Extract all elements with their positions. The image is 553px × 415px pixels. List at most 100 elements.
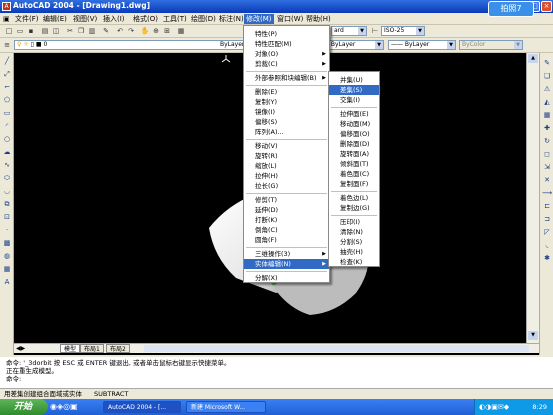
submenu-item-move-faces[interactable]: 移动面(M) (329, 119, 379, 129)
array-icon[interactable]: ▦ (542, 110, 552, 120)
menu-item-copy[interactable]: 复制(Y) (244, 97, 329, 107)
menu-dimension[interactable]: 标注(N) (217, 14, 246, 24)
erase-icon[interactable]: ✎ (542, 58, 552, 68)
mtext-icon[interactable]: A (2, 277, 12, 287)
menu-item-scale[interactable]: 缩放(L) (244, 161, 329, 171)
menu-item-break[interactable]: 打断(K) (244, 215, 329, 225)
submenu-item-intersect[interactable]: 交集(I) (329, 95, 379, 105)
task-word[interactable]: 新建 Microsoft W... (186, 401, 266, 413)
undo-icon[interactable]: ↶ (115, 26, 125, 36)
autocad-app-icon[interactable]: A (2, 2, 11, 11)
quicklaunch-icons[interactable]: ◉◈◎▣ (50, 402, 78, 412)
spline-icon[interactable]: ∿ (2, 160, 12, 170)
menu-item-3d-operation[interactable]: 三维操作(3) ▶ (244, 249, 329, 259)
scroll-down-icon[interactable]: ▼ (528, 331, 538, 340)
menu-view[interactable]: 视图(V) (71, 14, 99, 24)
insert-block-icon[interactable]: ⧉ (2, 199, 12, 209)
zoom-icon[interactable]: ⊕ (151, 26, 161, 36)
menu-item-rotate[interactable]: 旋转(R) (244, 151, 329, 161)
xline-icon[interactable]: ⤢ (2, 69, 12, 79)
lineweight-combo[interactable]: —— ByLayer ▼ (388, 40, 456, 50)
preview-icon[interactable]: ◫ (51, 26, 61, 36)
copy-icon[interactable]: ❐ (76, 26, 86, 36)
menu-item-match-properties[interactable]: 特性匹配(M) (244, 39, 329, 49)
menu-item-mirror[interactable]: 镜像(I) (244, 107, 329, 117)
menu-item-solid-edit[interactable]: 实体编辑(N) ▶ (244, 259, 329, 269)
open-icon[interactable]: ▭ (15, 26, 25, 36)
tab-nav-icon[interactable]: ◀▶ (16, 344, 25, 353)
chamfer-icon[interactable]: ◸ (542, 227, 552, 237)
menu-insert[interactable]: 插入(I) (101, 14, 127, 24)
stretch-icon[interactable]: ⇲ (542, 162, 552, 172)
color-combo[interactable]: ByLayer (218, 40, 246, 50)
clock[interactable]: 8:29 (532, 403, 547, 411)
scroll-up-icon[interactable]: ▲ (528, 54, 538, 63)
plotstyle-combo[interactable]: ByColor ▼ (459, 40, 523, 50)
paste-icon[interactable]: ▥ (87, 26, 97, 36)
menu-item-erase[interactable]: 删除(E) (244, 87, 329, 97)
break-icon[interactable]: ⊏ (542, 201, 552, 211)
redo-icon[interactable]: ↷ (126, 26, 136, 36)
menu-item-fillet[interactable]: 圆角(F) (244, 235, 329, 245)
layer-combo[interactable]: ♀ ☼ ▯ ■ 0 ▼ (14, 40, 229, 50)
start-button[interactable]: 开始 (0, 399, 48, 415)
menu-tools[interactable]: 工具(T) (161, 14, 189, 24)
menu-item-properties[interactable]: 特性(P) (244, 29, 329, 39)
dimstyle-icon[interactable]: ⊢ (370, 26, 380, 36)
print-icon[interactable]: ▤ (40, 26, 50, 36)
submenu-item-subtract[interactable]: 差集(S) (329, 85, 379, 95)
scale-icon[interactable]: ◻ (542, 149, 552, 159)
region-icon[interactable]: ◍ (2, 251, 12, 261)
ellipse-icon[interactable]: ⬭ (2, 173, 12, 183)
revcloud-icon[interactable]: ☁ (2, 147, 12, 157)
menu-item-lengthen[interactable]: 拉长(G) (244, 181, 329, 191)
polygon-icon[interactable]: ⬠ (2, 95, 12, 105)
extend-icon[interactable]: ⟶ (542, 188, 552, 198)
menu-item-object[interactable]: 对象(O) ▶ (244, 49, 329, 59)
submenu-item-offset-faces[interactable]: 偏移面(O) (329, 129, 379, 139)
doc-icon[interactable]: ▣ (3, 14, 11, 24)
tab-layout2[interactable]: 布局2 (106, 344, 130, 353)
table-icon[interactable]: ▦ (2, 264, 12, 274)
tab-model[interactable]: 模型 (60, 344, 81, 353)
menu-window[interactable]: 窗口(W) (275, 14, 305, 24)
submenu-item-color-faces[interactable]: 着色面(C) (329, 169, 379, 179)
polyline-icon[interactable]: ⌐ (2, 82, 12, 92)
menu-item-move[interactable]: 移动(V) (244, 141, 329, 151)
hatch-icon[interactable]: ▩ (2, 238, 12, 248)
overlay-badge[interactable]: 拍照7 (488, 1, 534, 17)
submenu-item-color-edges[interactable]: 着色边(L) (329, 193, 379, 203)
cut-icon[interactable]: ✂ (65, 26, 75, 36)
menu-item-explode[interactable]: 分解(X) (244, 273, 329, 283)
menu-item-trim[interactable]: 修剪(T) (244, 195, 329, 205)
make-block-icon[interactable]: ⊡ (2, 212, 12, 222)
layers-icon[interactable]: ≡ (2, 40, 12, 50)
submenu-item-copy-edges[interactable]: 复制边(G) (329, 203, 379, 213)
menu-item-array[interactable]: 阵列(A)... (244, 127, 329, 137)
menu-format[interactable]: 格式(O) (131, 14, 160, 24)
point-icon[interactable]: · (2, 225, 12, 235)
mirror-icon[interactable]: ⚠ (542, 84, 552, 94)
ellipse-arc-icon[interactable]: ◡ (2, 186, 12, 196)
dim-style-combo[interactable]: ISO-25 ▼ (381, 26, 425, 36)
submenu-item-union[interactable]: 并集(U) (329, 75, 379, 85)
circle-icon[interactable]: ○ (2, 134, 12, 144)
fillet-icon[interactable]: ◟ (542, 240, 552, 250)
submenu-item-separate[interactable]: 分割(S) (329, 237, 379, 247)
command-prompt[interactable]: 命令: (6, 375, 553, 383)
menu-item-xref-block-edit[interactable]: 外部参照和块编辑(B) ▶ (244, 73, 329, 83)
horizontal-scrollbar[interactable] (144, 345, 529, 352)
copy-obj-icon[interactable]: ❏ (542, 71, 552, 81)
menu-item-clip[interactable]: 剪裁(C) ▶ (244, 59, 329, 69)
submenu-item-extrude-faces[interactable]: 拉伸面(E) (329, 109, 379, 119)
menu-item-chamfer[interactable]: 倒角(C) (244, 225, 329, 235)
explode-icon[interactable]: ✱ (542, 253, 552, 263)
submenu-item-delete-faces[interactable]: 删除面(D) (329, 139, 379, 149)
tab-layout1[interactable]: 布局1 (80, 344, 104, 353)
submenu-item-shell[interactable]: 抽壳(H) (329, 247, 379, 257)
submenu-item-copy-faces[interactable]: 复制面(F) (329, 179, 379, 189)
save-icon[interactable]: ▪ (26, 26, 36, 36)
submenu-item-clean[interactable]: 清除(N) (329, 227, 379, 237)
task-autocad[interactable]: AutoCAD 2004 - [... (103, 401, 181, 413)
submenu-item-taper-faces[interactable]: 倾斜面(T) (329, 159, 379, 169)
